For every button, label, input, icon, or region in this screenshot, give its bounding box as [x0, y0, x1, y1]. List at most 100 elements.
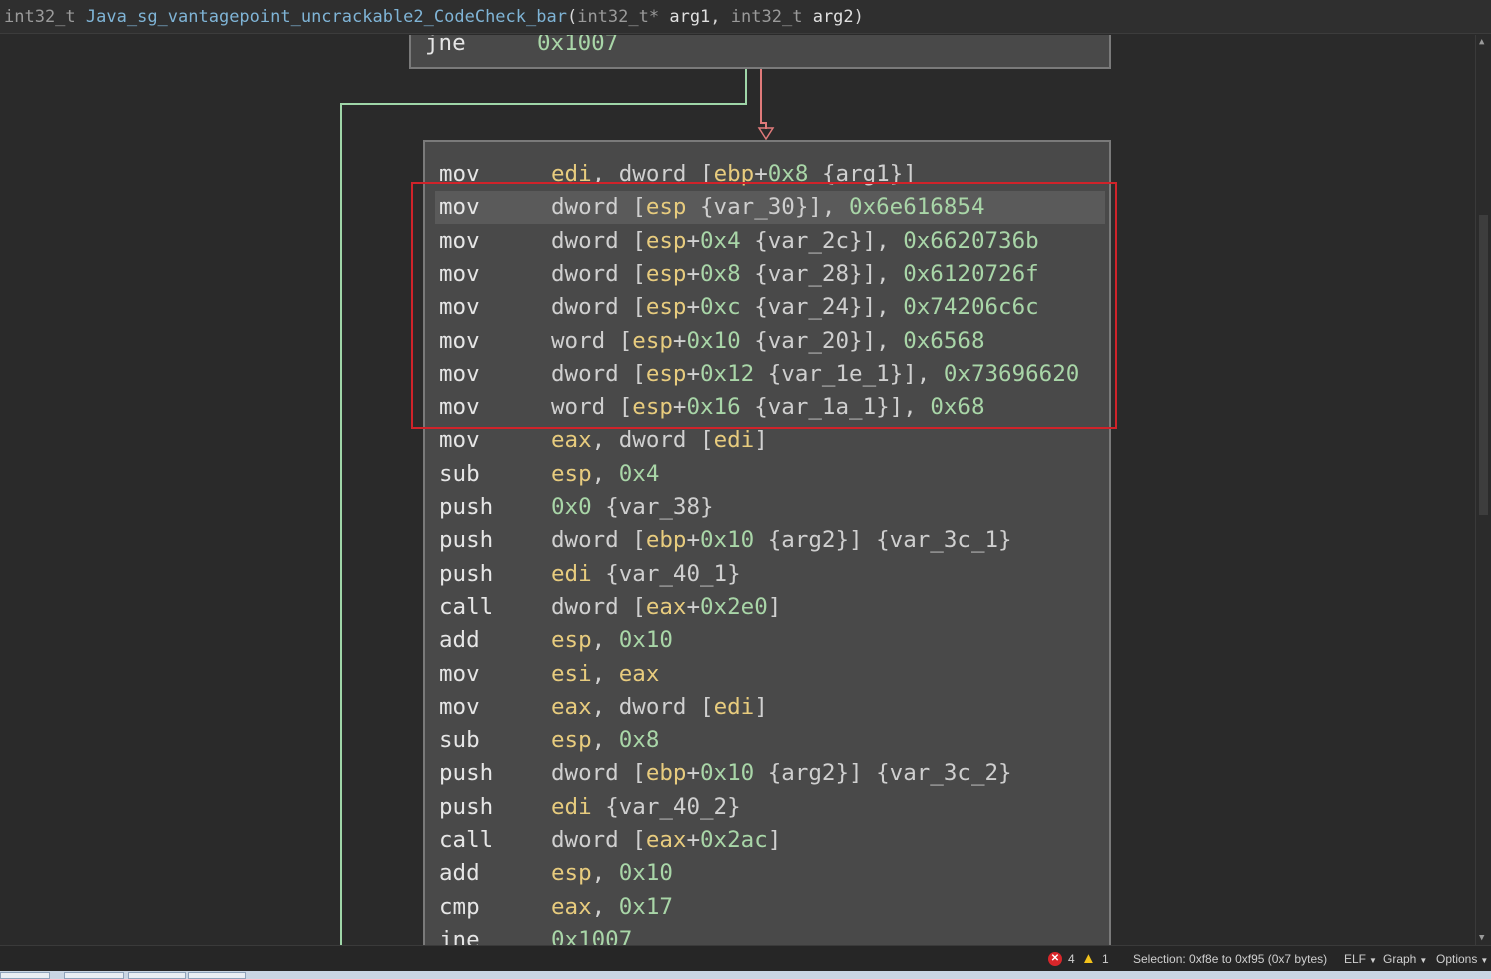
instruction-line[interactable]: push dword [ebp+0x10 {arg2}] {var_3c_1} — [439, 524, 1012, 557]
operand-token[interactable]: {var_38} — [605, 494, 713, 520]
instruction-line[interactable]: jne 0x1007 — [425, 35, 618, 60]
instruction-line[interactable]: cmp eax, 0x17 — [439, 891, 673, 924]
instruction-line[interactable]: sub esp, 0x8 — [439, 724, 659, 757]
operand-token[interactable]: 0x8 — [619, 727, 660, 753]
instruction-line[interactable]: mov eax, dword [edi] — [439, 424, 768, 457]
operand-token[interactable]: {var_24} — [754, 294, 862, 320]
operand-token[interactable]: 0x6568 — [903, 328, 984, 354]
scroll-up-arrow-icon[interactable]: ▲ — [1479, 37, 1484, 47]
instruction-line[interactable]: push edi {var_40_2} — [439, 791, 741, 824]
scroll-down-arrow-icon[interactable]: ▼ — [1479, 933, 1484, 943]
operand-token[interactable]: 0x1007 — [551, 927, 632, 945]
operand-token[interactable]: {var_3c_1} — [876, 527, 1011, 553]
operand-token[interactable]: edi — [551, 561, 592, 587]
operand-token[interactable]: eax — [646, 594, 687, 620]
instruction-line[interactable]: mov edi, dword [ebp+0x8 {arg1}] — [439, 158, 917, 191]
operand-token[interactable]: ebp — [646, 760, 687, 786]
param1-name[interactable]: arg1 — [669, 7, 710, 27]
operand-token[interactable]: 0x73696620 — [944, 361, 1079, 387]
operand-token[interactable]: 0x2ac — [700, 827, 768, 853]
param2-name[interactable]: arg2 — [813, 7, 854, 27]
previous-basic-block[interactable]: jne 0x1007 — [409, 35, 1111, 69]
operand-token[interactable]: eax — [619, 661, 660, 687]
instruction-line[interactable]: mov word [esp+0x16 {var_1a_1}], 0x68 — [439, 391, 985, 424]
instruction-line[interactable]: mov esi, eax — [439, 658, 659, 691]
taskbar-button[interactable] — [128, 972, 186, 979]
operand-token[interactable]: 0x10 — [619, 860, 673, 886]
operand-token[interactable]: {var_1e_1} — [768, 361, 903, 387]
operand-token[interactable]: esp — [632, 394, 673, 420]
operand-token[interactable]: esp — [551, 627, 592, 653]
error-count[interactable]: 4 — [1068, 952, 1075, 966]
warning-icon[interactable]: ▲ — [1081, 950, 1096, 967]
operand-token[interactable]: edi — [551, 161, 592, 187]
error-icon[interactable]: ✕ — [1048, 952, 1062, 966]
graph-view[interactable]: jne 0x1007 mov edi, dword [ebp+0x8 {arg1}]… — [0, 35, 1476, 945]
instruction-line[interactable]: call dword [eax+0x2e0] — [439, 591, 781, 624]
operand-token[interactable]: 0x6620736b — [903, 228, 1038, 254]
operand-token[interactable]: 0x16 — [686, 394, 740, 420]
instruction-line[interactable]: jne 0x1007 — [439, 924, 632, 945]
instruction-line[interactable]: mov dword [esp+0x8 {var_28}], 0x6120726f — [439, 258, 1039, 291]
operand-token[interactable]: {var_30} — [700, 194, 808, 220]
operand-token[interactable]: 0x10 — [700, 760, 754, 786]
operand-token[interactable]: 0x8 — [768, 161, 809, 187]
instruction-line[interactable]: push 0x0 {var_38} — [439, 491, 714, 524]
instruction-line[interactable]: call dword [eax+0x2ac] — [439, 824, 781, 857]
operand-token[interactable]: esi — [551, 661, 592, 687]
instruction-line[interactable]: push edi {var_40_1} — [439, 558, 741, 591]
instruction-line[interactable]: add esp, 0x10 — [439, 624, 673, 657]
operand-token[interactable]: edi — [714, 427, 755, 453]
operand-token[interactable]: 0x6e616854 — [849, 194, 984, 220]
instruction-line[interactable]: mov dword [esp+0x12 {var_1e_1}], 0x736966… — [439, 358, 1079, 391]
instruction-line[interactable]: push dword [ebp+0x10 {arg2}] {var_3c_2} — [439, 757, 1012, 790]
instruction-line[interactable]: mov word [esp+0x10 {var_20}], 0x6568 — [439, 325, 985, 358]
operand-token[interactable]: esp — [646, 228, 687, 254]
instruction-line[interactable]: sub esp, 0x4 — [439, 458, 659, 491]
operand-token[interactable]: {arg1} — [822, 161, 903, 187]
taskbar-button[interactable] — [0, 972, 50, 979]
operand-token[interactable]: {var_1a_1} — [754, 394, 889, 420]
options-dropdown[interactable]: Options ▼ — [1436, 952, 1488, 966]
operand-token[interactable]: 0x10 — [700, 527, 754, 553]
vertical-scrollbar[interactable]: ▲ ▼ — [1475, 35, 1491, 945]
operand-token[interactable]: 0x10 — [686, 328, 740, 354]
operand-token[interactable]: esp — [632, 328, 673, 354]
operand-token[interactable]: {arg2} — [768, 760, 849, 786]
operand-token[interactable]: 0x68 — [930, 394, 984, 420]
operand-token[interactable]: {var_20} — [754, 328, 862, 354]
operand-token[interactable]: 0x4 — [619, 461, 660, 487]
operand-token[interactable]: 0x12 — [700, 361, 754, 387]
operand-token[interactable]: {var_40_2} — [605, 794, 740, 820]
operand-token[interactable]: eax — [646, 827, 687, 853]
operand-token[interactable]: esp — [646, 261, 687, 287]
operand-token[interactable]: edi — [714, 694, 755, 720]
selected-instruction-line[interactable]: mov dword [esp {var_30}], 0x6e616854 — [435, 191, 1105, 225]
basic-block[interactable]: mov edi, dword [ebp+0x8 {arg1}] mov dword [… — [423, 140, 1111, 945]
operand-token[interactable]: 0x6120726f — [903, 261, 1038, 287]
operand-token[interactable]: eax — [551, 427, 592, 453]
operand-token[interactable]: {var_40_1} — [605, 561, 740, 587]
operand-token[interactable]: 0x2e0 — [700, 594, 768, 620]
scroll-thumb[interactable] — [1479, 215, 1488, 515]
operand-token[interactable]: 0xc — [700, 294, 741, 320]
instruction-line[interactable]: mov dword [esp+0x4 {var_2c}], 0x6620736b — [439, 225, 1039, 258]
taskbar-button[interactable] — [64, 972, 124, 979]
operand-token[interactable]: esp — [646, 294, 687, 320]
graph-view-dropdown[interactable]: Graph ▼ — [1383, 952, 1427, 966]
function-name[interactable]: Java_sg_vantagepoint_uncrackable2_CodeCh… — [86, 7, 567, 27]
operand-token[interactable]: esp — [551, 727, 592, 753]
operand-token[interactable]: esp — [646, 194, 687, 220]
operand-token[interactable]: {var_3c_2} — [876, 760, 1011, 786]
operand-token[interactable]: {var_2c} — [754, 228, 862, 254]
operand-token[interactable]: 0x74206c6c — [903, 294, 1038, 320]
operand-token[interactable]: ebp — [714, 161, 755, 187]
operand-token[interactable]: 0x17 — [619, 894, 673, 920]
taskbar-button[interactable] — [188, 972, 246, 979]
operand-token[interactable]: ebp — [646, 527, 687, 553]
instruction-line[interactable]: mov dword [esp+0xc {var_24}], 0x74206c6c — [439, 291, 1039, 324]
instruction-line[interactable]: add esp, 0x10 — [439, 857, 673, 890]
elf-view-dropdown[interactable]: ELF ▼ — [1344, 952, 1377, 966]
operand-token[interactable]: eax — [551, 894, 592, 920]
warning-count[interactable]: 1 — [1102, 952, 1109, 966]
